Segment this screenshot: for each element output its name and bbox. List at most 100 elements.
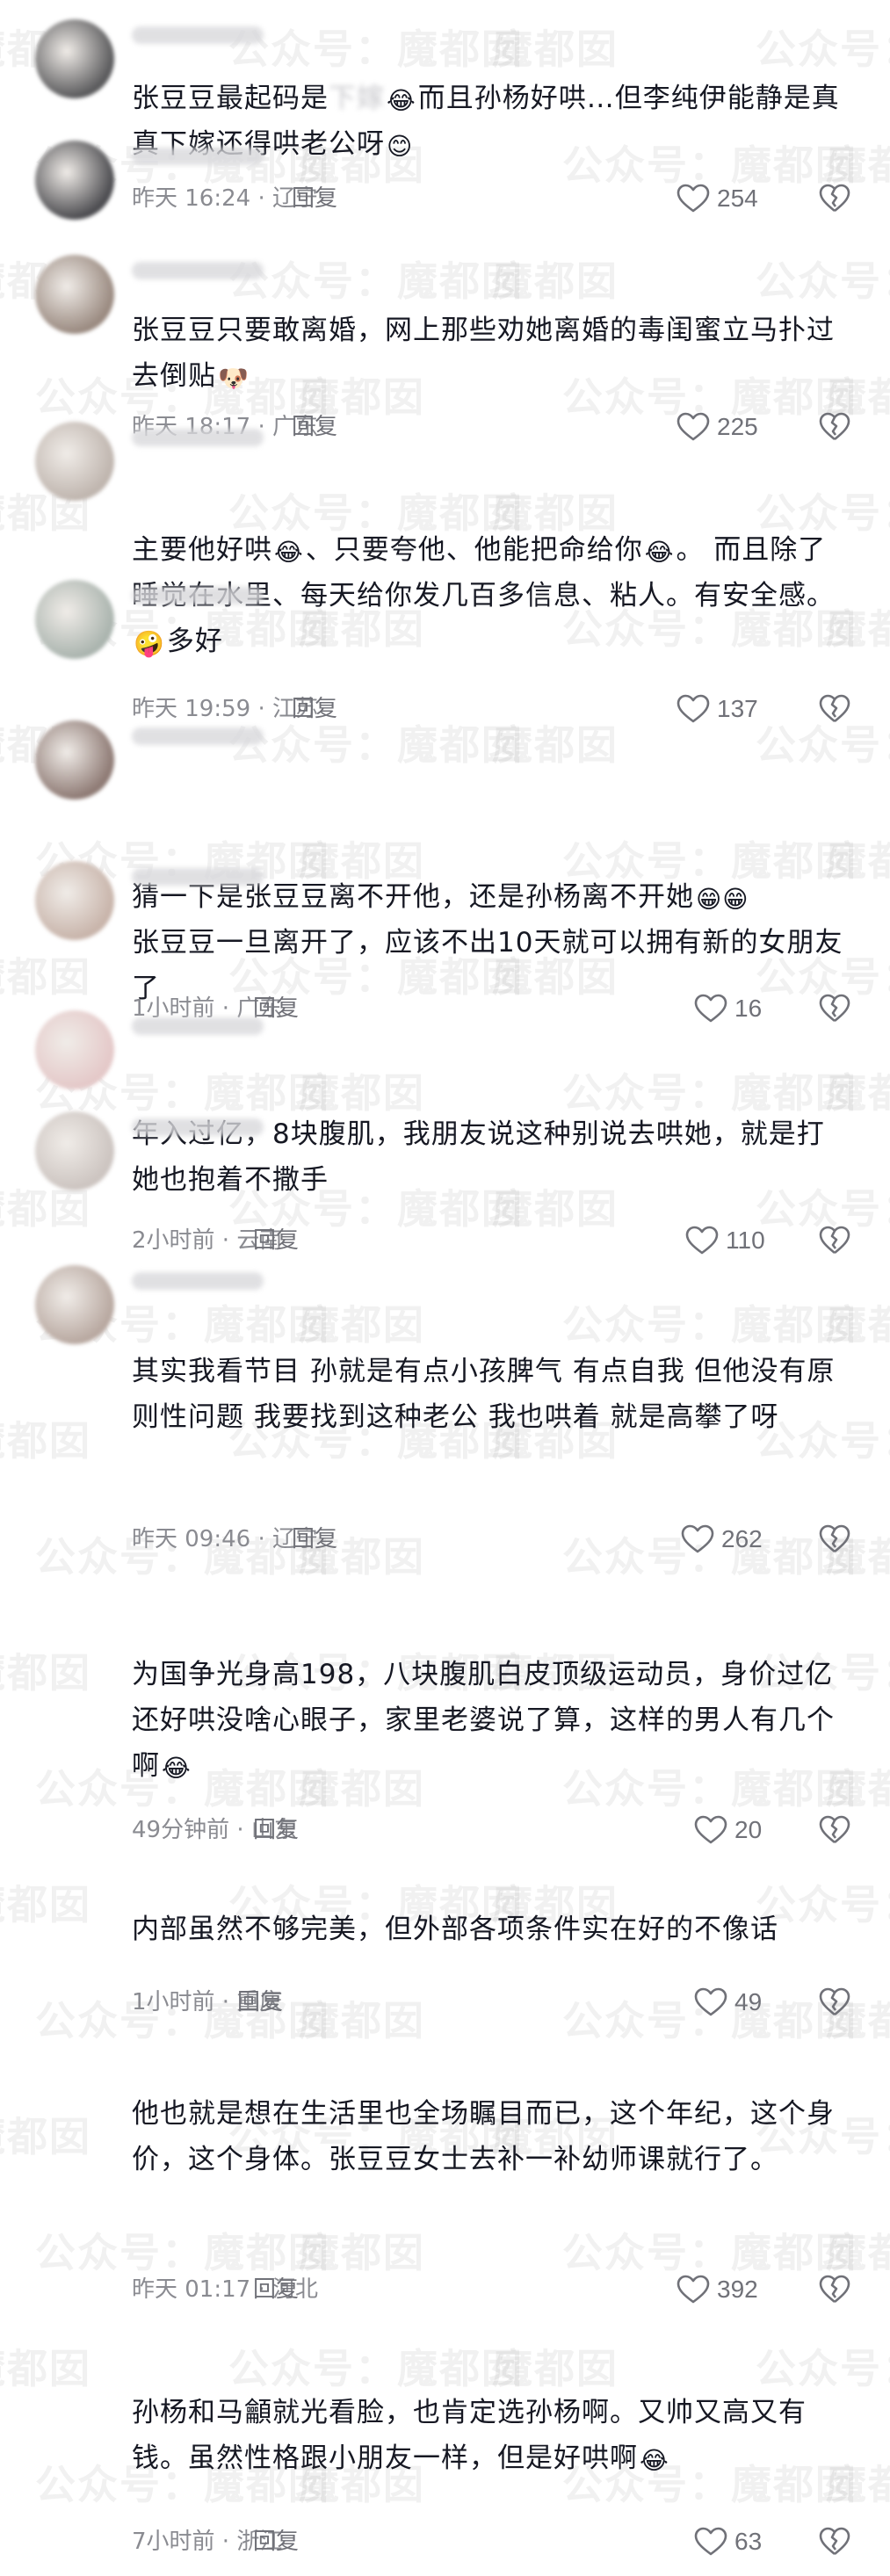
dislike-icon <box>819 994 850 1023</box>
comment-time-location: 昨天 16:24 · 辽宁 <box>132 185 318 212</box>
comment-meta: 49分钟前 · 山东 回复 20 <box>132 1813 852 1848</box>
emoji-icon: 😊 <box>387 132 414 161</box>
dislike-button[interactable] <box>817 1223 852 1258</box>
username-blurred <box>132 727 264 745</box>
watermark-text: 公众号：魔都囡 <box>228 2345 524 2392</box>
watermark-text: 魔都囡 <box>0 953 91 1001</box>
comment-meta: 昨天 16:24 · 辽宁 回复 254 <box>132 181 852 216</box>
comment-meta: 7小时前 · 浙江 回复 63 <box>132 2524 852 2559</box>
avatar[interactable] <box>35 1010 114 1089</box>
like-button[interactable]: 254 <box>677 181 758 216</box>
comment-text-segment: 张豆豆最起码是 <box>132 83 329 114</box>
comment-text-segment: 多好 <box>166 626 223 657</box>
username-blurred <box>132 868 264 886</box>
like-count: 49 <box>734 1988 763 2015</box>
reply-button[interactable]: 回复 <box>253 1223 299 1258</box>
reply-button[interactable]: 回复 <box>292 181 337 216</box>
dislike-button[interactable] <box>817 991 852 1026</box>
heart-icon <box>677 184 710 213</box>
heart-icon <box>694 1987 727 2016</box>
comment-text: 孙杨和马龥就光看脸，也肯定选孙杨啊。又帅又高又有钱。虽然性格跟小朋友一样，但是好… <box>132 2390 852 2481</box>
dislike-icon <box>819 1987 850 2016</box>
dislike-button[interactable] <box>817 1985 852 2020</box>
comment-text: 其实我看节目 孙就是有点小孩脾气 有点自我 但他没有原则性问题 我要找到这种老公… <box>132 1349 852 1440</box>
comment-text-segment: 其实我看节目 孙就是有点小孩脾气 有点自我 但他没有原则性问题 我要找到这种老公… <box>132 1356 836 1433</box>
like-count: 225 <box>717 413 758 440</box>
reply-button[interactable]: 回复 <box>253 2524 299 2559</box>
avatar[interactable] <box>35 19 114 98</box>
watermark-text: 魔都囡 <box>492 257 619 305</box>
like-button[interactable]: 110 <box>685 1223 765 1258</box>
username-blurred <box>132 1118 264 1136</box>
like-count: 392 <box>717 2276 758 2303</box>
avatar[interactable] <box>35 580 114 659</box>
comment-text-segment: 内部虽然不够完美，但外部各项条件实在好的不像话 <box>132 1914 778 1945</box>
heart-icon <box>677 412 710 441</box>
reply-button[interactable]: 回复 <box>292 409 337 445</box>
emoji-icon: 🤪 <box>134 629 165 658</box>
comment-meta: 昨天 19:59 · 江苏 回复 137 <box>132 691 852 727</box>
dislike-icon <box>819 1524 850 1553</box>
emoji-icon: 😂 <box>274 538 304 567</box>
watermark-text: 魔都囡 <box>826 2229 890 2276</box>
like-count: 137 <box>717 695 758 722</box>
comment-text: 内部虽然不够完美，但外部各项条件实在好的不像话 <box>132 1907 852 1952</box>
comment-time-location: 昨天 19:59 · 江苏 <box>132 696 318 722</box>
dislike-button[interactable] <box>817 691 852 727</box>
avatar[interactable] <box>35 861 114 940</box>
reply-button[interactable]: 回复 <box>292 1522 337 1557</box>
heart-icon <box>677 2275 710 2304</box>
watermark-text: 魔都囡 <box>0 1649 91 1697</box>
watermark-text: 魔都囡 <box>0 2345 91 2392</box>
dislike-icon <box>819 1226 850 1255</box>
dislike-button[interactable] <box>817 1522 852 1557</box>
like-button[interactable]: 225 <box>677 409 758 445</box>
like-button[interactable]: 262 <box>681 1522 763 1557</box>
comment-text: 为国争光身高198，八块腹肌白皮顶级运动员，身价过亿还好哄没啥心眼子，家里老婆说… <box>132 1652 852 1789</box>
avatar[interactable] <box>35 141 114 220</box>
dislike-icon <box>819 2275 850 2304</box>
like-button[interactable]: 20 <box>694 1813 762 1848</box>
masked-text: 下嫁 <box>329 83 385 114</box>
comment-text-segment: 主要他好哄 <box>132 534 272 566</box>
dislike-button[interactable] <box>817 2524 852 2559</box>
dislike-button[interactable] <box>817 409 852 445</box>
username-blurred <box>132 26 264 44</box>
comment-text: 张豆豆只要敢离婚，网上那些劝她离婚的毒闺蜜立马扑过去倒贴🐶 <box>132 308 852 399</box>
dislike-icon <box>819 694 850 723</box>
avatar[interactable] <box>35 1111 114 1190</box>
emoji-icon: 😂 <box>640 2446 669 2475</box>
heart-icon <box>694 994 727 1023</box>
reply-button[interactable]: 回复 <box>292 691 337 727</box>
heart-icon <box>681 1524 714 1553</box>
comment-text-segment: 他也就是想在生活里也全场瞩目而已，这个年纪，这个身价，这个身体。张豆豆女士去补一… <box>132 2098 835 2175</box>
dislike-button[interactable] <box>817 2272 852 2307</box>
reply-button[interactable]: 回复 <box>253 1813 299 1848</box>
username-blurred <box>132 1017 264 1035</box>
like-count: 110 <box>726 1226 765 1254</box>
reply-button[interactable]: 回复 <box>237 1985 283 2020</box>
reply-button[interactable]: 回复 <box>253 2272 299 2307</box>
avatar[interactable] <box>35 422 114 501</box>
like-button[interactable]: 16 <box>694 991 762 1026</box>
avatar[interactable] <box>35 255 114 334</box>
like-button[interactable]: 392 <box>677 2272 758 2307</box>
avatar[interactable] <box>35 720 114 800</box>
watermark-text: 公众号：魔都囡 <box>228 257 524 305</box>
watermark-text: 魔都囡 <box>492 25 619 73</box>
like-count: 254 <box>717 185 758 212</box>
dislike-button[interactable] <box>817 181 852 216</box>
watermark-text: 魔都囡 <box>826 1301 890 1349</box>
like-button[interactable]: 49 <box>694 1985 762 2020</box>
username-blurred <box>132 1272 264 1290</box>
like-button[interactable]: 63 <box>694 2524 762 2559</box>
dislike-icon <box>819 1815 850 1844</box>
like-button[interactable]: 137 <box>677 691 758 727</box>
dislike-button[interactable] <box>817 1813 852 1848</box>
dislike-icon <box>819 184 850 213</box>
like-count: 20 <box>734 1816 763 1843</box>
avatar[interactable] <box>35 1265 114 1344</box>
username-blurred <box>132 429 264 446</box>
watermark-text: 魔都囡 <box>299 2229 425 2276</box>
heart-icon <box>685 1226 719 1255</box>
